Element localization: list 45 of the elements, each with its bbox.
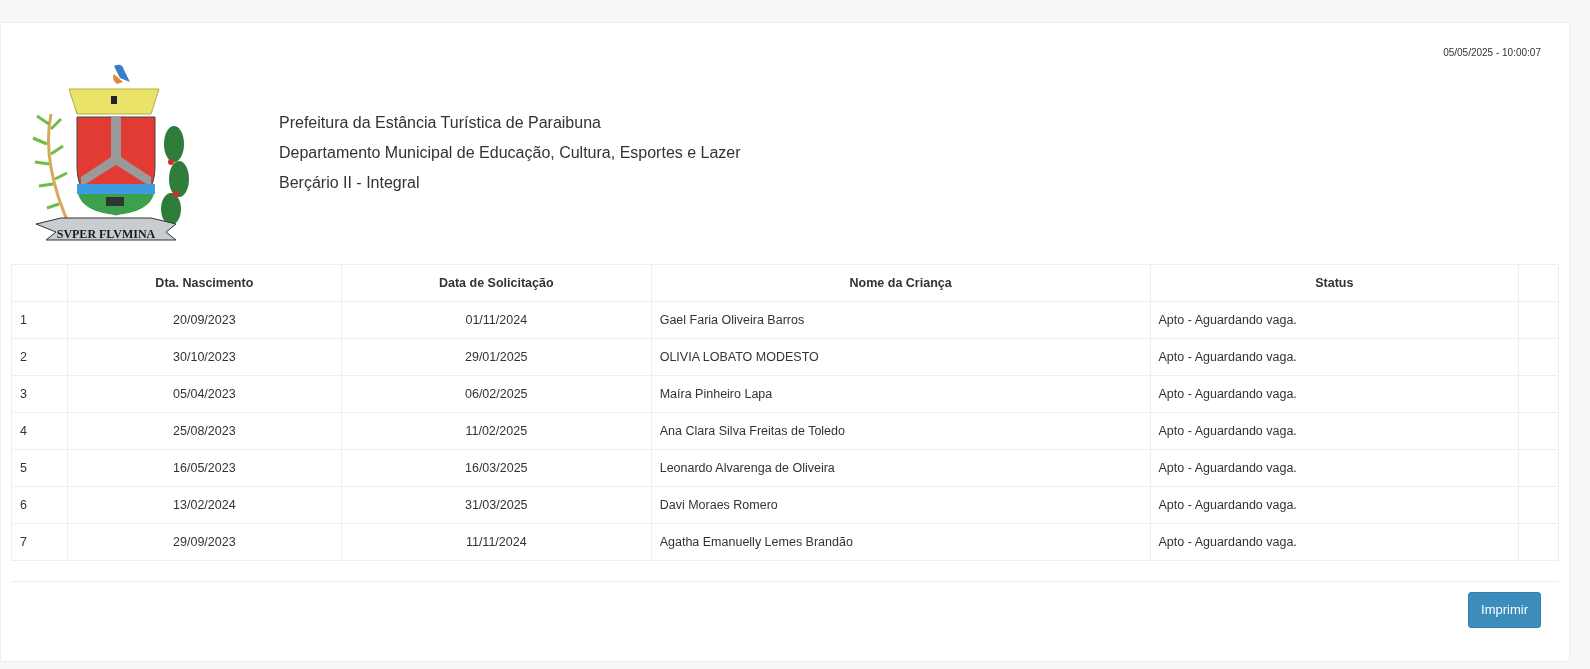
table-cell: Apto - Aguardando vaga. [1150, 523, 1519, 561]
table-cell: 29/09/2023 [67, 523, 342, 561]
table-cell: Apto - Aguardando vaga. [1150, 375, 1519, 413]
table-cell: 1 [11, 301, 68, 339]
table-cell: 20/09/2023 [67, 301, 342, 339]
table-cell: Maíra Pinheiro Lapa [651, 375, 1151, 413]
table-cell: Davi Moraes Romero [651, 486, 1151, 524]
table-cell: 25/08/2023 [67, 412, 342, 450]
timestamp: 05/05/2025 - 10:00:07 [1443, 47, 1541, 58]
table-cell: 16/05/2023 [67, 449, 342, 487]
column-header: Data de Solicitação [341, 264, 652, 302]
table-cell: OLIVIA LOBATO MODESTO [651, 338, 1151, 376]
table-cell: 3 [11, 375, 68, 413]
table-cell: 5 [11, 449, 68, 487]
table-cell: 6 [11, 486, 68, 524]
table-cell: 11/02/2025 [341, 412, 652, 450]
table-cell: Ana Clara Silva Freitas de Toledo [651, 412, 1151, 450]
table-cell: 30/10/2023 [67, 338, 342, 376]
table-cell: Apto - Aguardando vaga. [1150, 338, 1519, 376]
table-cell: Apto - Aguardando vaga. [1150, 486, 1519, 524]
table-cell: Apto - Aguardando vaga. [1150, 412, 1519, 450]
table-cell: Leonardo Alvarenga de Oliveira [651, 449, 1151, 487]
table-cell: Gael Faria Oliveira Barros [651, 301, 1151, 339]
table-cell: 29/01/2025 [341, 338, 652, 376]
header-line: Departamento Municipal de Educação, Cultura, Esportes e Lazer [279, 143, 741, 163]
print-button[interactable]: Imprimir [1468, 592, 1541, 628]
table-cell: 01/11/2024 [341, 301, 652, 339]
header-line: Prefeitura da Estância Turística de Paraibuna [279, 113, 601, 133]
table-cell: 31/03/2025 [341, 486, 652, 524]
table-cell: 16/03/2025 [341, 449, 652, 487]
table-cell: 4 [11, 412, 68, 450]
table-cell: 11/11/2024 [341, 523, 652, 561]
table-cell: 05/04/2023 [67, 375, 342, 413]
table-cell: Agatha Emanuelly Lemes Brandão [651, 523, 1151, 561]
table-cell: Apto - Aguardando vaga. [1150, 301, 1519, 339]
table-cell: 2 [11, 338, 68, 376]
table-cell: 06/02/2025 [341, 375, 652, 413]
column-header: Status [1150, 264, 1519, 302]
header-line: Berçário II - Integral [279, 173, 420, 193]
table-cell: 7 [11, 523, 68, 561]
column-header: Dta. Nascimento [67, 264, 342, 302]
table-cell: Apto - Aguardando vaga. [1150, 449, 1519, 487]
table-cell: 13/02/2024 [67, 486, 342, 524]
motto-text: SVPER FLVMINA [56, 227, 156, 241]
column-header: Nome da Criança [651, 264, 1151, 302]
